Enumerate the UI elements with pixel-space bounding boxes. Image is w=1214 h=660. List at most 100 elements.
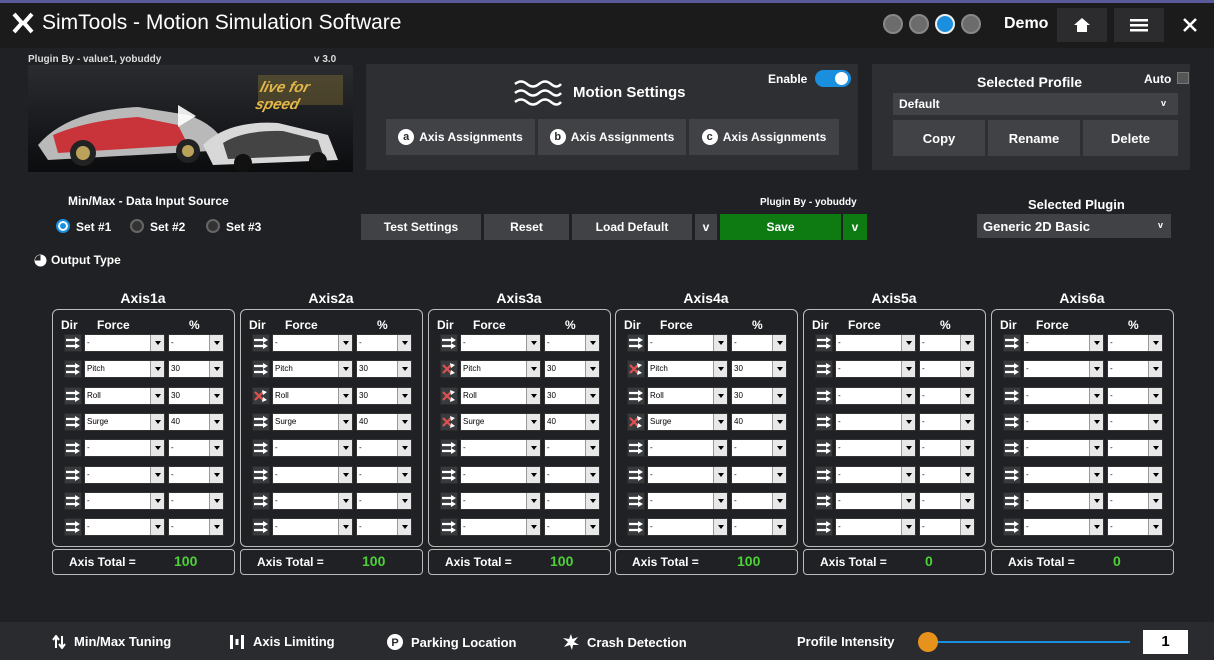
direction-toggle[interactable] — [815, 413, 833, 431]
force-select[interactable]: Roll — [647, 387, 728, 405]
force-select[interactable]: Pitch — [460, 360, 541, 378]
direction-toggle[interactable] — [815, 466, 833, 484]
percent-select[interactable]: - — [544, 466, 600, 484]
force-select[interactable]: - — [835, 439, 916, 457]
direction-toggle[interactable] — [1003, 387, 1021, 405]
percent-select[interactable]: 40 — [168, 413, 224, 431]
direction-toggle[interactable] — [440, 518, 458, 536]
percent-select[interactable]: - — [919, 360, 975, 378]
percent-select[interactable]: 30 — [731, 360, 787, 378]
direction-toggle[interactable] — [627, 413, 645, 431]
force-select[interactable]: - — [272, 466, 353, 484]
direction-toggle[interactable] — [815, 492, 833, 510]
load-default-dropdown[interactable]: v — [695, 214, 717, 240]
output-type-control[interactable]: Output Type — [34, 253, 121, 267]
percent-select[interactable]: - — [1107, 387, 1163, 405]
direction-toggle[interactable] — [1003, 413, 1021, 431]
force-select[interactable]: - — [835, 492, 916, 510]
save-dropdown[interactable]: v — [843, 214, 867, 240]
direction-toggle[interactable] — [815, 387, 833, 405]
direction-toggle[interactable] — [815, 439, 833, 457]
force-select[interactable]: - — [84, 492, 165, 510]
force-select[interactable]: - — [647, 466, 728, 484]
direction-toggle[interactable] — [1003, 466, 1021, 484]
force-select[interactable]: - — [1023, 492, 1104, 510]
direction-toggle[interactable] — [815, 518, 833, 536]
status-up-icon[interactable] — [883, 14, 903, 34]
force-select[interactable]: - — [1023, 413, 1104, 431]
force-select[interactable]: - — [835, 413, 916, 431]
percent-select[interactable]: - — [168, 492, 224, 510]
direction-toggle[interactable] — [64, 518, 82, 536]
percent-select[interactable]: - — [356, 439, 412, 457]
force-select[interactable]: Surge — [84, 413, 165, 431]
percent-select[interactable]: - — [731, 518, 787, 536]
force-select[interactable]: - — [1023, 518, 1104, 536]
percent-select[interactable]: - — [1107, 439, 1163, 457]
force-select[interactable]: - — [647, 439, 728, 457]
rename-button[interactable]: Rename — [988, 120, 1080, 156]
direction-toggle[interactable] — [252, 492, 270, 510]
percent-select[interactable]: - — [356, 518, 412, 536]
force-select[interactable]: - — [647, 518, 728, 536]
direction-toggle[interactable] — [440, 387, 458, 405]
force-select[interactable]: Roll — [84, 387, 165, 405]
direction-toggle[interactable] — [1003, 518, 1021, 536]
enable-toggle[interactable] — [815, 70, 851, 87]
delete-button[interactable]: Delete — [1083, 120, 1178, 156]
direction-toggle[interactable] — [815, 334, 833, 352]
percent-select[interactable]: - — [919, 492, 975, 510]
percent-select[interactable]: 30 — [544, 360, 600, 378]
percent-select[interactable]: - — [919, 466, 975, 484]
force-select[interactable]: - — [84, 518, 165, 536]
axis-limiting-button[interactable]: Axis Limiting — [229, 634, 335, 649]
force-select[interactable]: - — [272, 492, 353, 510]
percent-select[interactable]: - — [356, 492, 412, 510]
profile-dropdown[interactable]: Default v — [893, 93, 1178, 115]
force-select[interactable]: Roll — [272, 387, 353, 405]
percent-select[interactable]: - — [919, 334, 975, 352]
auto-checkbox[interactable] — [1177, 72, 1189, 84]
direction-toggle[interactable] — [627, 518, 645, 536]
percent-select[interactable]: - — [356, 466, 412, 484]
percent-select[interactable]: - — [731, 439, 787, 457]
direction-toggle[interactable] — [252, 360, 270, 378]
force-select[interactable]: - — [835, 360, 916, 378]
percent-select[interactable]: - — [919, 439, 975, 457]
force-select[interactable]: - — [272, 439, 353, 457]
plugin-dropdown[interactable]: Generic 2D Basic v — [977, 214, 1171, 238]
force-select[interactable]: Pitch — [84, 360, 165, 378]
force-select[interactable]: - — [84, 334, 165, 352]
test-settings-button[interactable]: Test Settings — [361, 214, 481, 240]
direction-toggle[interactable] — [627, 492, 645, 510]
percent-select[interactable]: - — [1107, 334, 1163, 352]
force-select[interactable]: - — [1023, 439, 1104, 457]
percent-select[interactable]: - — [544, 518, 600, 536]
direction-toggle[interactable] — [627, 360, 645, 378]
percent-select[interactable]: - — [1107, 466, 1163, 484]
direction-toggle[interactable] — [252, 387, 270, 405]
percent-select[interactable]: - — [919, 387, 975, 405]
status-pause-icon[interactable] — [909, 14, 929, 34]
percent-select[interactable]: 40 — [544, 413, 600, 431]
direction-toggle[interactable] — [440, 360, 458, 378]
force-select[interactable]: - — [460, 439, 541, 457]
intensity-slider-track[interactable] — [927, 641, 1130, 643]
intensity-value[interactable]: 1 — [1143, 630, 1188, 654]
percent-select[interactable]: - — [919, 518, 975, 536]
force-select[interactable]: - — [1023, 466, 1104, 484]
percent-select[interactable]: - — [544, 492, 600, 510]
close-button[interactable] — [1170, 8, 1210, 42]
direction-toggle[interactable] — [252, 413, 270, 431]
force-select[interactable]: Surge — [647, 413, 728, 431]
percent-select[interactable]: 30 — [731, 387, 787, 405]
direction-toggle[interactable] — [252, 439, 270, 457]
force-select[interactable]: - — [835, 466, 916, 484]
percent-select[interactable]: - — [168, 439, 224, 457]
force-select[interactable]: - — [835, 387, 916, 405]
direction-toggle[interactable] — [440, 466, 458, 484]
force-select[interactable]: - — [460, 466, 541, 484]
parking-location-button[interactable]: P Parking Location — [387, 634, 516, 650]
intensity-slider-handle[interactable] — [918, 632, 938, 652]
direction-toggle[interactable] — [64, 466, 82, 484]
